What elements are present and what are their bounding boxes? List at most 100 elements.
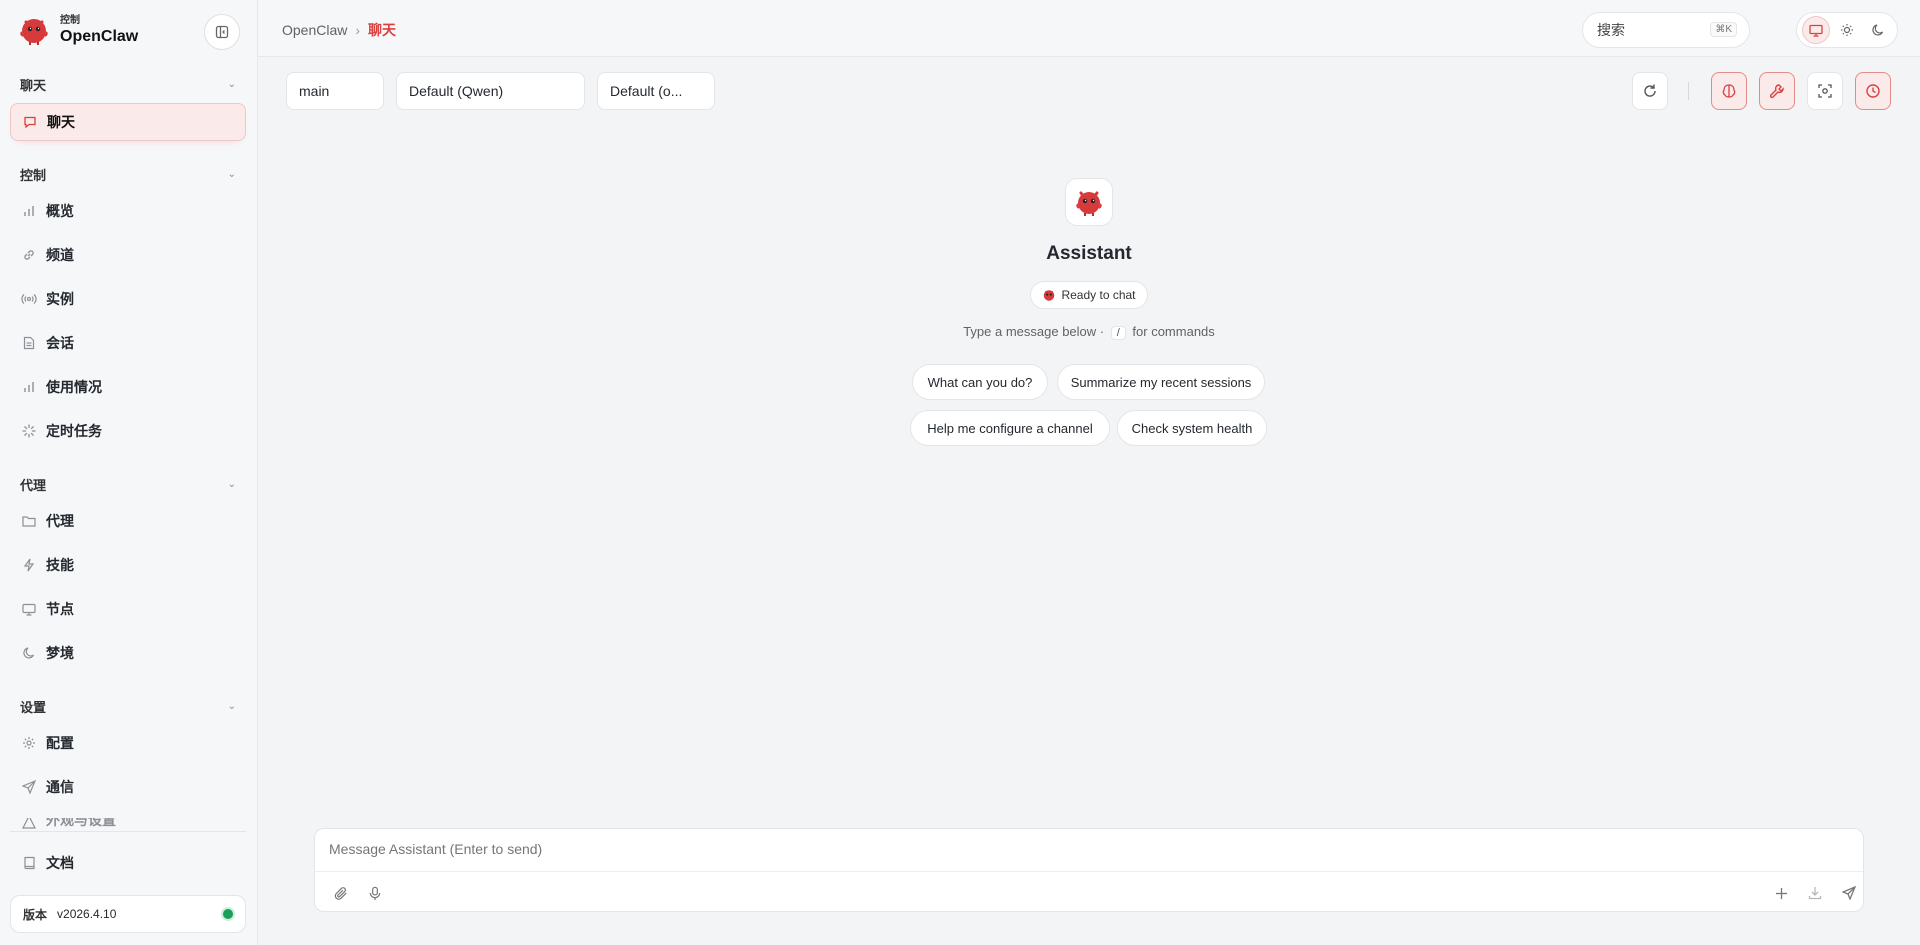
collapse-sidebar-button[interactable] bbox=[204, 14, 240, 50]
sun-icon[interactable] bbox=[1833, 16, 1861, 44]
version-label: 版本 bbox=[23, 907, 48, 922]
sidebar-item-label: 会话 bbox=[46, 335, 74, 351]
sidebar-item-appearance[interactable]: 外观与设置 bbox=[10, 818, 246, 830]
sidebar-item-sessions[interactable]: 会话 bbox=[10, 324, 246, 362]
session-select-value: main bbox=[299, 83, 330, 99]
sidebar-item-label: 使用情况 bbox=[46, 379, 102, 395]
sidebar-item-label: 配置 bbox=[46, 735, 74, 751]
loader-icon bbox=[21, 423, 37, 439]
breadcrumb-current: 聊天 bbox=[368, 22, 397, 38]
session-select[interactable]: main bbox=[286, 72, 384, 110]
sidebar: 控制 OpenClaw 聊天 ⌄ 聊天 控制 ⌄ 概览 频道 实例 会话 使用情… bbox=[0, 0, 258, 945]
paperclip-icon bbox=[334, 886, 347, 900]
thinking-toggle-button[interactable] bbox=[1711, 72, 1747, 110]
search-input[interactable]: 搜索 ⌘K bbox=[1582, 12, 1750, 48]
suggestion-chip[interactable]: Help me configure a channel bbox=[910, 410, 1110, 446]
chevron-down-icon: ⌄ bbox=[227, 79, 236, 90]
sidebar-item-agents[interactable]: 代理 bbox=[10, 502, 246, 540]
sidebar-item-usage[interactable]: 使用情况 bbox=[10, 368, 246, 406]
section-header-control[interactable]: 控制 ⌄ bbox=[20, 165, 236, 184]
top-bar: OpenClaw › 聊天 搜索 ⌘K bbox=[258, 0, 1920, 57]
attach-button[interactable] bbox=[329, 881, 353, 905]
toolbar-separator bbox=[1688, 82, 1689, 100]
sidebar-item-instances[interactable]: 实例 bbox=[10, 280, 246, 318]
cron-toggle-button[interactable] bbox=[1855, 72, 1891, 110]
chevron-down-icon: ⌄ bbox=[227, 479, 236, 490]
voice-button[interactable] bbox=[363, 881, 387, 905]
model-select-value: Default (Qwen) bbox=[409, 83, 504, 99]
suggestion-label: Summarize my recent sessions bbox=[1070, 374, 1252, 390]
new-session-button[interactable] bbox=[1769, 881, 1793, 905]
suggestion-chip[interactable]: What can you do? bbox=[912, 364, 1048, 400]
sidebar-item-label: 频道 bbox=[46, 247, 74, 263]
section-title: 聊天 bbox=[20, 78, 47, 93]
sidebar-item-skills[interactable]: 技能 bbox=[10, 546, 246, 584]
sidebar-item-label: 外观与设置 bbox=[46, 818, 116, 828]
breadcrumb: OpenClaw › 聊天 bbox=[282, 20, 396, 40]
moon-icon[interactable] bbox=[1864, 16, 1892, 44]
sidebar-item-chat[interactable]: 聊天 bbox=[10, 103, 246, 141]
suggestion-label: Check system health bbox=[1131, 420, 1253, 436]
sidebar-item-label: 代理 bbox=[46, 513, 74, 529]
assistant-avatar bbox=[1065, 178, 1113, 226]
breadcrumb-separator: › bbox=[355, 22, 361, 38]
refresh-icon bbox=[1644, 84, 1656, 97]
send-icon bbox=[1842, 886, 1856, 900]
zap-icon bbox=[21, 557, 37, 573]
sidebar-item-config[interactable]: 配置 bbox=[10, 724, 246, 762]
send-button[interactable] bbox=[1837, 881, 1861, 905]
sidebar-item-nodes[interactable]: 节点 bbox=[10, 590, 246, 628]
moon-icon bbox=[21, 645, 37, 661]
sidebar-item-comms[interactable]: 通信 bbox=[10, 768, 246, 806]
sidebar-item-label: 概览 bbox=[46, 203, 74, 219]
section-header-chat[interactable]: 聊天 ⌄ bbox=[20, 75, 236, 94]
command-hint: Type a message below · / for commands bbox=[258, 324, 1920, 340]
sidebar-item-docs[interactable]: 文档 bbox=[10, 844, 246, 882]
thinking-select[interactable]: Default (o... bbox=[597, 72, 715, 110]
version-value: v2026.4.10 bbox=[57, 907, 117, 921]
plus-icon bbox=[1775, 887, 1787, 899]
link-icon bbox=[21, 247, 37, 263]
message-icon bbox=[22, 114, 38, 130]
sidebar-item-dreams[interactable]: 梦境 bbox=[10, 634, 246, 672]
section-header-settings[interactable]: 设置 ⌄ bbox=[20, 697, 236, 716]
section-header-agents[interactable]: 代理 ⌄ bbox=[20, 475, 236, 494]
refresh-button[interactable] bbox=[1632, 72, 1668, 110]
sidebar-item-label: 聊天 bbox=[47, 114, 75, 130]
chevron-down-icon: ⌄ bbox=[227, 701, 236, 712]
section-title: 控制 bbox=[20, 168, 47, 183]
message-input[interactable] bbox=[329, 841, 1829, 857]
microphone-icon bbox=[369, 886, 381, 900]
tools-toggle-button[interactable] bbox=[1759, 72, 1795, 110]
chevron-down-icon: ⌄ bbox=[227, 169, 236, 180]
model-select[interactable]: Default (Qwen) bbox=[396, 72, 585, 110]
sidebar-divider bbox=[10, 831, 246, 832]
sidebar-item-cron[interactable]: 定时任务 bbox=[10, 412, 246, 450]
brand[interactable]: 控制 OpenClaw bbox=[18, 14, 138, 46]
sidebar-item-channels[interactable]: 频道 bbox=[10, 236, 246, 274]
sidebar-item-label: 通信 bbox=[46, 779, 74, 795]
sidebar-item-label: 节点 bbox=[46, 601, 74, 617]
sidebar-toggle-icon bbox=[215, 25, 229, 39]
suggestion-chip[interactable]: Summarize my recent sessions bbox=[1057, 364, 1265, 400]
sidebar-item-overview[interactable]: 概览 bbox=[10, 192, 246, 230]
breadcrumb-root[interactable]: OpenClaw bbox=[282, 22, 347, 38]
status-text: Ready to chat bbox=[1061, 288, 1136, 302]
download-icon bbox=[1808, 887, 1822, 900]
monitor-icon[interactable] bbox=[1801, 16, 1830, 44]
status-dot-icon bbox=[223, 909, 233, 919]
suggestion-label: What can you do? bbox=[927, 374, 1033, 390]
focus-mode-button[interactable] bbox=[1807, 72, 1843, 110]
brand-name: OpenClaw bbox=[60, 27, 139, 45]
search-placeholder: 搜索 bbox=[1597, 22, 1625, 38]
bar-chart-icon bbox=[21, 379, 37, 395]
focus-icon bbox=[1818, 84, 1832, 98]
hint-key: / bbox=[1110, 326, 1126, 340]
radio-icon bbox=[21, 291, 37, 307]
export-button[interactable] bbox=[1803, 881, 1827, 905]
folder-icon bbox=[21, 513, 37, 529]
status-badge: Ready to chat bbox=[1030, 281, 1148, 309]
suggestion-chip[interactable]: Check system health bbox=[1117, 410, 1267, 446]
assistant-title: Assistant bbox=[1046, 243, 1132, 264]
brand-subtitle: 控制 bbox=[60, 14, 80, 26]
